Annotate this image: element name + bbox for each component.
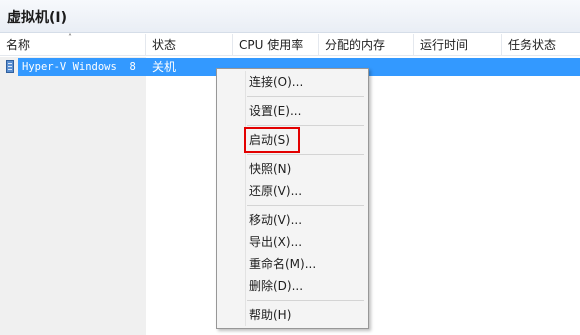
column-header-cpu[interactable]: CPU 使用率 — [233, 34, 319, 56]
name-column-background — [0, 57, 146, 335]
vm-icon — [6, 60, 14, 73]
sort-ascending-icon: ˄ — [68, 33, 72, 42]
menu-gutter — [245, 71, 246, 326]
column-header-name[interactable]: 名称 ˄ — [0, 34, 146, 56]
column-header-name-label: 名称 — [6, 38, 31, 52]
menu-item-move[interactable]: 移动(V)... — [249, 211, 302, 229]
column-header-uptime[interactable]: 运行时间 — [414, 34, 502, 56]
menu-item-settings[interactable]: 设置(E)... — [249, 102, 301, 120]
column-header-memory[interactable]: 分配的内存 — [319, 34, 414, 56]
menu-item-rename[interactable]: 重命名(M)... — [249, 255, 316, 273]
menu-item-connect[interactable]: 连接(O)... — [249, 73, 303, 91]
menu-item-start[interactable]: 启动(S) — [249, 131, 290, 149]
menu-separator — [247, 300, 364, 301]
vm-name[interactable]: Hyper-V Windows 8 — [18, 58, 146, 76]
column-header-status[interactable]: 状态 — [146, 34, 233, 56]
menu-separator — [247, 96, 364, 97]
menu-item-help[interactable]: 帮助(H) — [249, 306, 291, 324]
menu-separator — [247, 154, 364, 155]
menu-item-snapshot[interactable]: 快照(N) — [249, 160, 291, 178]
section-title: 虚拟机(I) — [7, 10, 68, 26]
menu-item-revert[interactable]: 还原(V)... — [249, 182, 302, 200]
menu-item-delete[interactable]: 删除(D)... — [249, 277, 303, 295]
section-titlebar: 虚拟机(I) — [0, 0, 580, 33]
menu-item-export[interactable]: 导出(X)... — [249, 233, 302, 251]
context-menu: 连接(O)... 设置(E)... 启动(S) 快照(N) 还原(V)... 移… — [216, 68, 369, 329]
menu-separator — [247, 125, 364, 126]
menu-separator — [247, 205, 364, 206]
column-header: 名称 ˄ 状态 CPU 使用率 分配的内存 运行时间 任务状态 — [0, 34, 580, 56]
column-header-task-status[interactable]: 任务状态 — [502, 34, 580, 56]
